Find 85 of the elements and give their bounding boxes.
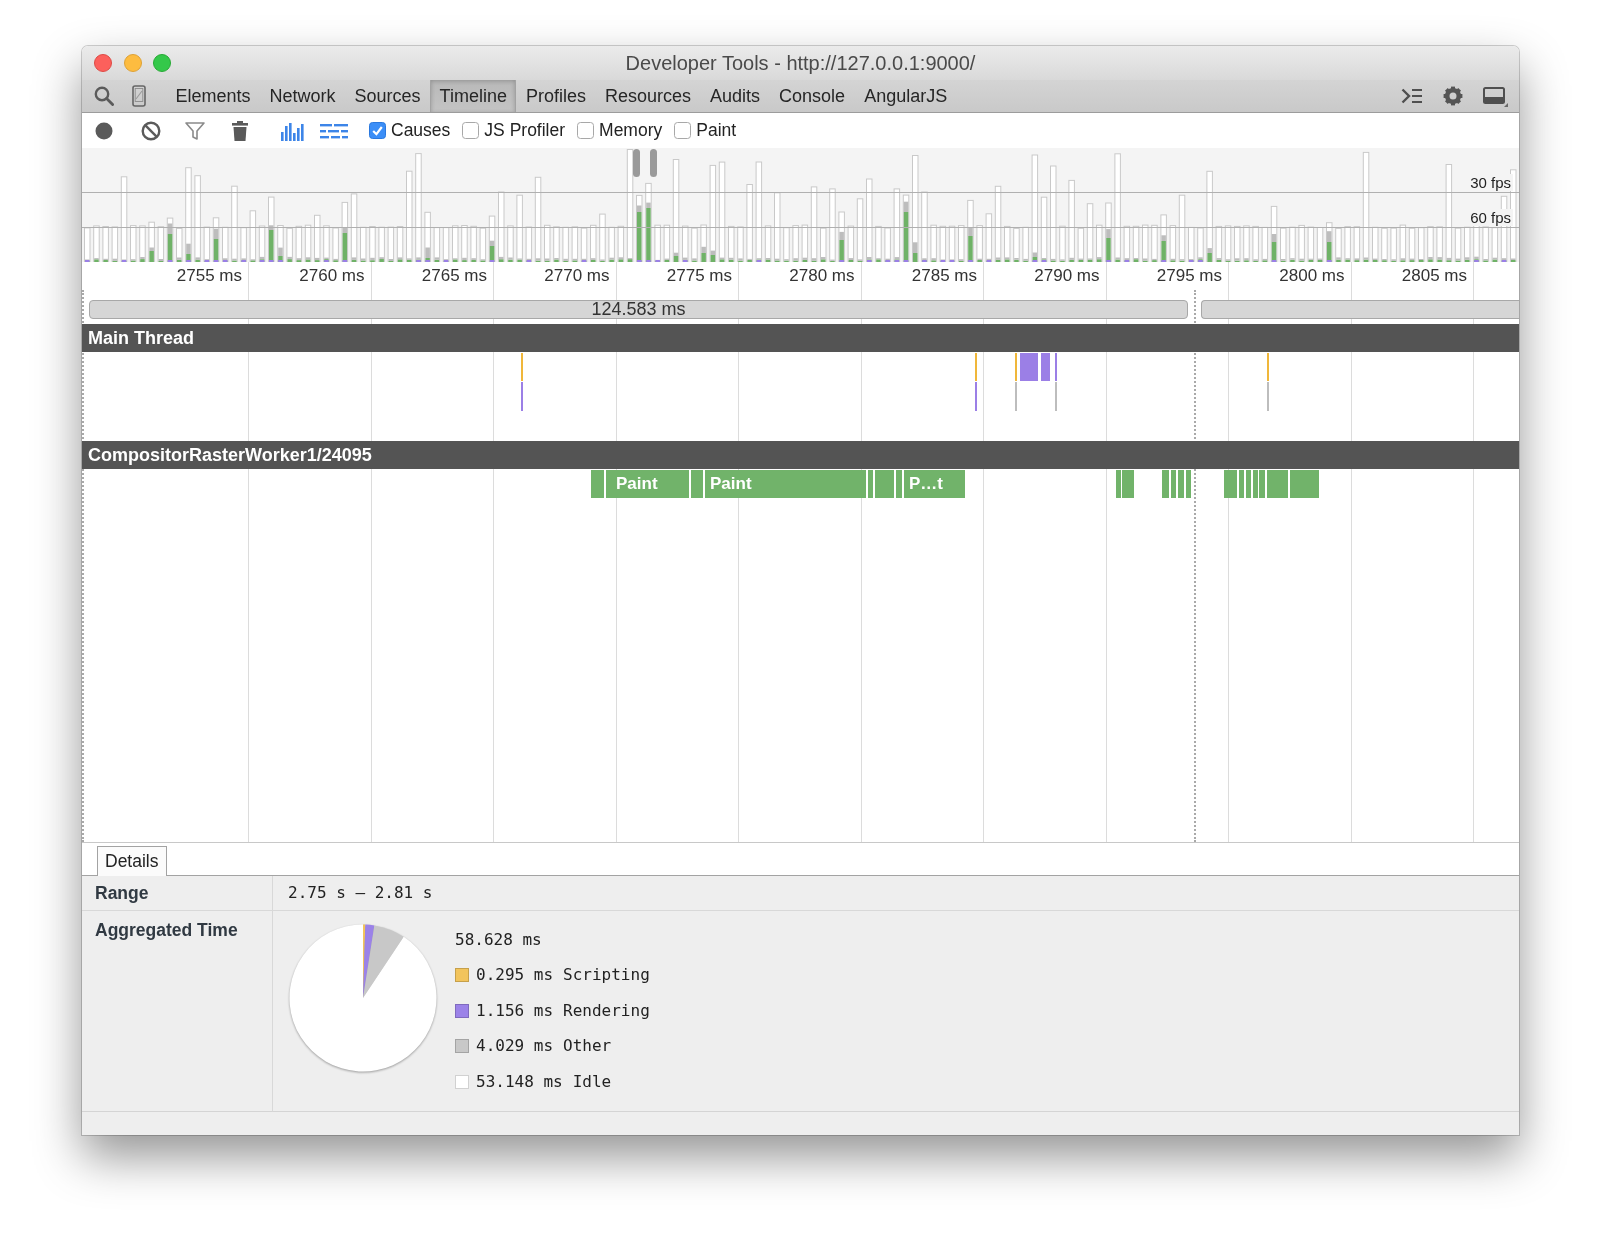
paint-event-bar[interactable] <box>591 470 604 498</box>
details-label: Aggregated Time <box>95 920 238 940</box>
paint-event-bar[interactable] <box>1224 470 1237 498</box>
time-label: 2755 ms <box>176 266 242 286</box>
paint-event-bar[interactable] <box>896 470 902 498</box>
legend-value: 4.029 ms <box>476 1035 554 1058</box>
paint-event-bar[interactable] <box>1290 470 1319 498</box>
time-label: 2780 ms <box>789 266 855 286</box>
paint-event-bar[interactable] <box>1122 470 1134 498</box>
time-label: 2775 ms <box>666 266 732 286</box>
time-label: 2800 ms <box>1279 266 1345 286</box>
frame-bar[interactable] <box>1201 300 1519 319</box>
checkbox[interactable] <box>674 122 692 139</box>
settings-icon[interactable] <box>1443 86 1463 106</box>
record-icon[interactable] <box>95 121 113 140</box>
paint-event-bar[interactable] <box>1246 470 1251 498</box>
paint-event-bar[interactable] <box>1259 470 1265 498</box>
time-label: 2785 ms <box>911 266 977 286</box>
rendering-event-bar[interactable] <box>1041 353 1050 381</box>
legend-label: Idle <box>572 1070 612 1093</box>
tab[interactable]: Resources <box>595 80 701 112</box>
paint-event-bar[interactable] <box>1116 470 1121 498</box>
details-label: Range <box>95 883 149 903</box>
paint-event-bar[interactable] <box>606 470 611 498</box>
filter-icon[interactable] <box>185 121 205 140</box>
close-window-button[interactable] <box>94 54 112 72</box>
paint-event-bar[interactable] <box>1267 470 1288 498</box>
time-label: 2760 ms <box>299 266 365 286</box>
thread-header: Main Thread <box>82 324 1519 352</box>
details-tab[interactable]: Details <box>97 846 167 876</box>
legend-label: Other <box>563 1035 612 1058</box>
range-handle[interactable] <box>650 149 657 177</box>
checkbox-label: Causes <box>391 120 451 141</box>
tab[interactable]: Sources <box>345 80 431 112</box>
tab[interactable]: Profiles <box>516 80 596 112</box>
range-value: 2.75 s – 2.81 s <box>288 882 433 904</box>
tab[interactable]: AngularJS <box>854 80 957 112</box>
thread-header: CompositorRasterWorker1/24095 <box>82 441 1519 469</box>
fps-label: 30 fps <box>1468 174 1513 191</box>
frame-bar[interactable]: 124.583 ms <box>89 300 1188 319</box>
ban-icon[interactable] <box>141 120 161 141</box>
paint-event-bar[interactable] <box>1253 470 1258 498</box>
tab[interactable]: Audits <box>700 80 770 112</box>
checkbox[interactable] <box>462 122 480 139</box>
paint-event-bar[interactable] <box>691 470 703 498</box>
window-panel-icon[interactable] <box>1483 85 1508 107</box>
legend-value: 53.148 ms <box>476 1070 563 1093</box>
paint-event-bar[interactable] <box>1171 470 1176 498</box>
minimize-window-button[interactable] <box>123 54 142 72</box>
tab[interactable]: Console <box>769 80 855 112</box>
tab[interactable]: Network <box>260 80 346 112</box>
tab[interactable]: Elements <box>166 80 261 112</box>
tab[interactable]: Timeline <box>430 80 517 112</box>
chevron-lines-icon[interactable] <box>1401 87 1423 105</box>
bar-chart-icon[interactable] <box>280 120 304 141</box>
zoom-window-button[interactable] <box>153 54 171 72</box>
paint-event-bar[interactable] <box>868 470 873 498</box>
checkbox-label: Memory <box>599 120 663 141</box>
checkbox-label: Paint <box>696 120 737 141</box>
checkbox[interactable] <box>369 122 386 139</box>
time-label: 2790 ms <box>1034 266 1100 286</box>
search-icon[interactable] <box>94 86 114 106</box>
time-label: 2765 ms <box>421 266 487 286</box>
legend-label: Rendering <box>563 999 650 1022</box>
legend-label: Scripting <box>563 964 650 987</box>
mobile-device-icon[interactable] <box>132 85 146 107</box>
time-label: 2805 ms <box>1401 266 1467 286</box>
rendering-event-bar[interactable] <box>1020 353 1038 381</box>
time-label: 2795 ms <box>1156 266 1222 286</box>
legend-value: 1.156 ms <box>476 999 554 1022</box>
time-label: 2770 ms <box>544 266 610 286</box>
checkbox-label: JS Profiler <box>484 120 566 141</box>
fps-label: 60 fps <box>1468 209 1513 226</box>
legend-value: 0.295 ms <box>476 964 554 987</box>
trash-icon[interactable] <box>232 120 248 141</box>
total-time: 58.628 ms <box>455 929 542 951</box>
range-handle[interactable] <box>633 149 640 177</box>
paint-event-bar[interactable] <box>875 470 894 498</box>
checkbox[interactable] <box>577 122 595 139</box>
window-title: Developer Tools - http://127.0.0.1:9000/ <box>625 51 976 75</box>
dashed-lines-icon[interactable] <box>320 122 348 139</box>
paint-event-bar[interactable] <box>1162 470 1169 498</box>
paint-event-bar[interactable] <box>1178 470 1184 498</box>
paint-event-bar[interactable] <box>1239 470 1244 498</box>
paint-event-bar[interactable] <box>1186 470 1191 498</box>
